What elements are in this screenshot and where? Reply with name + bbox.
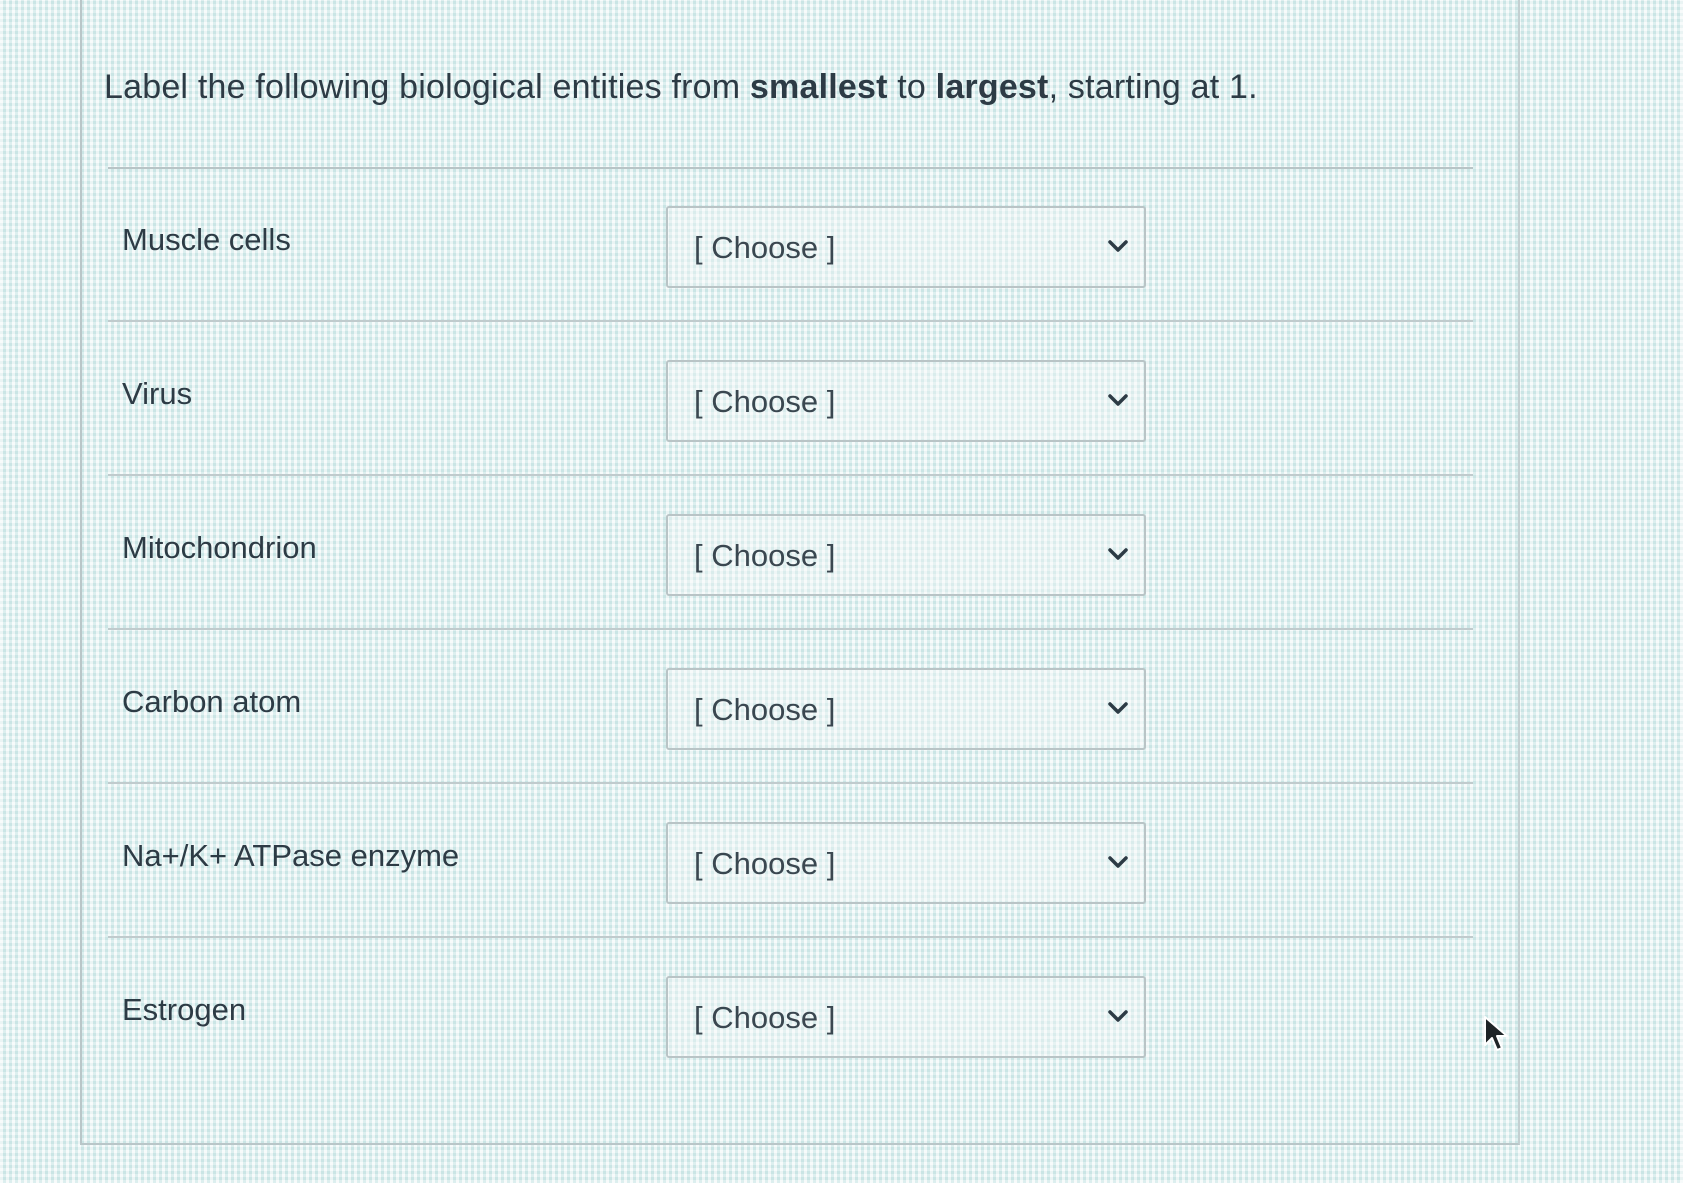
answer-row-atpase-enzyme: Na+/K+ ATPase enzyme [ Choose ]	[108, 784, 1473, 938]
select-value: [ Choose ]	[694, 1000, 836, 1035]
mouse-cursor-icon	[1484, 1016, 1508, 1051]
chevron-down-icon	[1108, 702, 1128, 714]
answer-row-carbon-atom: Carbon atom [ Choose ]	[108, 630, 1473, 784]
answer-row-virus: Virus [ Choose ]	[108, 322, 1473, 476]
answer-row-mitochondrion: Mitochondrion [ Choose ]	[108, 476, 1473, 630]
rank-select-carbon-atom[interactable]: [ Choose ]	[666, 668, 1146, 750]
rank-select-mitochondrion[interactable]: [ Choose ]	[666, 514, 1146, 596]
answer-row-muscle-cells: Muscle cells [ Choose ]	[108, 168, 1473, 322]
chevron-down-icon	[1108, 856, 1128, 868]
select-value: [ Choose ]	[694, 384, 836, 419]
row-label: Virus	[122, 376, 193, 411]
rank-select-muscle-cells[interactable]: [ Choose ]	[666, 206, 1146, 288]
row-label: Estrogen	[122, 992, 247, 1027]
answer-row-estrogen: Estrogen [ Choose ]	[108, 938, 1473, 1090]
row-label: Mitochondrion	[122, 530, 317, 565]
rank-select-virus[interactable]: [ Choose ]	[666, 360, 1146, 442]
select-value: [ Choose ]	[694, 230, 836, 265]
select-value: [ Choose ]	[694, 846, 836, 881]
row-label: Muscle cells	[122, 222, 291, 257]
chevron-down-icon	[1108, 548, 1128, 560]
rank-select-atpase-enzyme[interactable]: [ Choose ]	[666, 822, 1146, 904]
select-value: [ Choose ]	[694, 538, 836, 573]
question-text: Label the following biological entities …	[104, 68, 1258, 106]
select-value: [ Choose ]	[694, 692, 836, 727]
chevron-down-icon	[1108, 1010, 1128, 1022]
chevron-down-icon	[1108, 240, 1128, 252]
row-label: Na+/K+ ATPase enzyme	[122, 838, 460, 873]
row-label: Carbon atom	[122, 684, 302, 719]
chevron-down-icon	[1108, 394, 1128, 406]
rank-select-estrogen[interactable]: [ Choose ]	[666, 976, 1146, 1058]
